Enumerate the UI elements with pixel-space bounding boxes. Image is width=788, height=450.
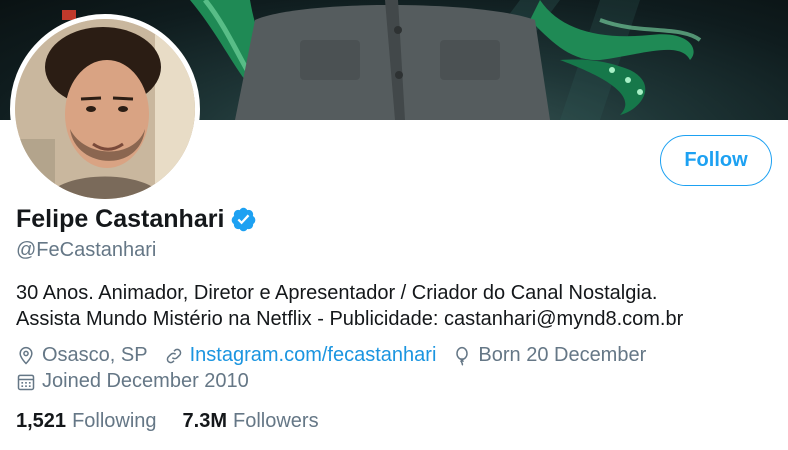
following-label: Following (72, 410, 157, 432)
followers-count: 7.3M (182, 410, 228, 432)
followers-stat[interactable]: 7.3M Followers (183, 410, 319, 433)
birthday-text: Born 20 December (478, 344, 647, 366)
display-name: Felipe Castanhari (16, 205, 225, 233)
profile-meta-row: Joined December 2010 (16, 370, 265, 393)
profile-handle: @FeCastanhari (16, 239, 157, 261)
profile-meta-row: Osasco, SP Instagram.com/fecastanhari Bo… (16, 344, 662, 367)
profile-page: Follow Felipe Castanhari @FeCastanhari 3… (0, 0, 788, 450)
joined-item: Joined December 2010 (16, 370, 249, 393)
profile-stats: 1,521 Following 7.3M Followers (16, 410, 345, 433)
profile-avatar[interactable] (10, 14, 200, 204)
verified-badge-icon (232, 207, 256, 232)
follow-button[interactable]: Follow (660, 135, 772, 186)
calendar-icon (17, 374, 35, 390)
location-pin-icon (19, 346, 33, 365)
birthday-item: Born 20 December (452, 344, 646, 367)
website-link[interactable]: Instagram.com/fecastanhari (190, 344, 437, 367)
followers-label: Followers (233, 410, 319, 432)
link-icon (166, 348, 181, 363)
location-text: Osasco, SP (42, 344, 148, 366)
profile-name-row: Felipe Castanhari (16, 205, 257, 234)
website-item[interactable]: Instagram.com/fecastanhari (164, 344, 437, 367)
bio-line: Assista Mundo Mistério na Netflix - Publ… (16, 308, 684, 330)
joined-text: Joined December 2010 (42, 370, 249, 392)
bio-line: 30 Anos. Animador, Diretor e Apresentado… (16, 282, 658, 304)
following-stat[interactable]: 1,521 Following (16, 410, 157, 433)
profile-bio: 30 Anos. Animador, Diretor e Apresentado… (16, 280, 683, 332)
location-item: Osasco, SP (16, 344, 148, 367)
following-count: 1,521 (16, 410, 67, 432)
balloon-icon (456, 346, 469, 366)
